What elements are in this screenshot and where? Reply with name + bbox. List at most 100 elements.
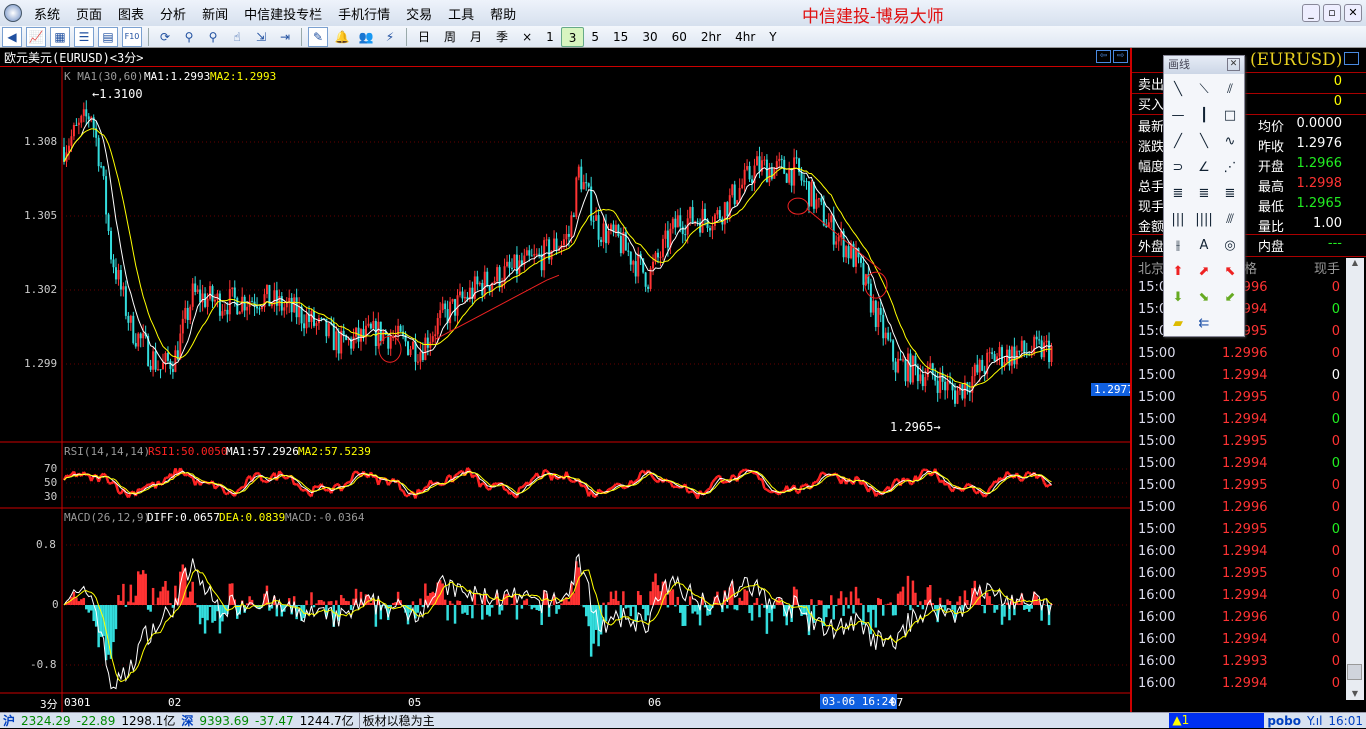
period-close[interactable]: × [515, 27, 539, 47]
menu-item[interactable]: 帮助 [482, 4, 524, 23]
news-ticker[interactable]: 板材以稳为主 [359, 712, 438, 729]
user-circle-mark[interactable] [788, 198, 808, 214]
arrow-down-icon[interactable]: ⬇ [1165, 284, 1191, 310]
period-4hr[interactable]: 4hr [728, 27, 762, 47]
restore-button[interactable]: ▫ [1323, 4, 1341, 22]
arrow-upright-icon[interactable]: ⬈ [1191, 258, 1217, 284]
candle-body [434, 334, 436, 336]
user-trendline[interactable] [435, 275, 559, 339]
gann-icon[interactable]: ≣ [1165, 180, 1191, 206]
fan-icon[interactable]: ⋰ [1217, 154, 1243, 180]
eraser-icon[interactable]: ▰ [1165, 310, 1191, 336]
menu-item[interactable]: 页面 [68, 4, 110, 23]
app-logo-icon[interactable] [4, 4, 22, 22]
ray-down-icon[interactable]: ╲ [1191, 128, 1217, 154]
channel-icon[interactable]: ⫲ [1165, 232, 1191, 258]
period-日[interactable]: 日 [411, 27, 437, 47]
menu-item[interactable]: 图表 [110, 4, 152, 23]
palette-close-button[interactable]: ✕ [1227, 58, 1240, 71]
import-icon[interactable]: ⇥ [275, 27, 295, 47]
candle-body [315, 323, 317, 326]
multi-chart-icon[interactable]: ▦ [50, 27, 70, 47]
minimize-button[interactable]: _ [1302, 4, 1320, 22]
zoom-in-icon[interactable]: ⚲ [179, 27, 199, 47]
close-button[interactable]: ✕ [1344, 4, 1362, 22]
lightning-icon[interactable]: ⚡ [380, 27, 400, 47]
horizontal-line-icon[interactable]: — [1165, 102, 1191, 128]
arrow-up-icon[interactable]: ⬆ [1165, 258, 1191, 284]
candle-body [164, 353, 166, 363]
line-icon[interactable]: ╲ [1165, 76, 1191, 102]
candle-body [808, 181, 810, 206]
target-icon[interactable]: ◎ [1217, 232, 1243, 258]
tick-volume: 0 [1332, 390, 1340, 405]
users-icon[interactable]: 👥 [356, 27, 376, 47]
f10-icon[interactable]: F10 [122, 27, 142, 47]
period-Y[interactable]: Y [762, 27, 783, 47]
arrow-downright-icon[interactable]: ⬊ [1191, 284, 1217, 310]
chart-canvas[interactable] [0, 67, 1130, 712]
candle-body [108, 214, 110, 231]
menu-item[interactable]: 手机行情 [330, 4, 398, 23]
parallel-lines-icon[interactable]: ⫽ [1217, 76, 1243, 102]
period-60[interactable]: 60 [665, 27, 694, 47]
menu-item[interactable]: 系统 [26, 4, 68, 23]
back-icon[interactable]: ◀ [2, 27, 22, 47]
segment-icon[interactable]: ⟍ [1191, 76, 1217, 102]
rectangle-icon[interactable]: □ [1217, 102, 1243, 128]
export-icon[interactable]: ⇲ [251, 27, 271, 47]
alarm-bell-icon[interactable]: 🔔 [332, 27, 352, 47]
text-icon[interactable]: A [1191, 232, 1217, 258]
arc-icon[interactable]: ⊃ [1165, 154, 1191, 180]
candle-body [600, 240, 602, 242]
period-5[interactable]: 5 [584, 27, 606, 47]
period-季[interactable]: 季 [489, 27, 515, 47]
scroll-right-button[interactable]: ⇨ [1113, 50, 1128, 63]
alert-badge[interactable]: ▲1 [1169, 713, 1264, 728]
period-2hr[interactable]: 2hr [694, 27, 728, 47]
menu-item[interactable]: 分析 [152, 4, 194, 23]
refresh-icon[interactable]: ⟳ [155, 27, 175, 47]
candle-body [442, 304, 444, 311]
candle-body [961, 384, 963, 398]
zoom-out-icon[interactable]: ⚲ [203, 27, 223, 47]
quote-icon[interactable]: ▤ [98, 27, 118, 47]
ray-up-icon[interactable]: ╱ [1165, 128, 1191, 154]
rsi1-line [314, 486, 316, 487]
menu-item[interactable]: 新闻 [194, 4, 236, 23]
period-月[interactable]: 月 [463, 27, 489, 47]
list-icon[interactable]: ☰ [74, 27, 94, 47]
line-chart-icon[interactable]: 📈 [26, 27, 46, 47]
menu-item[interactable]: 中信建投专栏 [236, 4, 330, 23]
period-15[interactable]: 15 [606, 27, 635, 47]
wave-icon[interactable]: ∿ [1217, 128, 1243, 154]
scroll-down-icon[interactable]: ▼ [1346, 689, 1364, 698]
scroll-thumb[interactable] [1347, 664, 1362, 680]
scroll-left-button[interactable]: ⇦ [1096, 50, 1111, 63]
cycle-lines-icon[interactable]: ||| [1165, 206, 1191, 232]
ticks-scrollbar[interactable]: ▲ ▼ [1346, 258, 1364, 700]
period-3[interactable]: 3 [561, 27, 585, 47]
rsi1-line [401, 490, 403, 491]
period-30[interactable]: 30 [635, 27, 664, 47]
fibonacci-icon[interactable]: ≣ [1191, 180, 1217, 206]
arrow-downleft-icon[interactable]: ⬋ [1217, 284, 1243, 310]
angle-icon[interactable]: ∠ [1191, 154, 1217, 180]
vertical-line-icon[interactable]: ┃ [1191, 102, 1217, 128]
maximize-panel-button[interactable] [1344, 52, 1359, 65]
period-1[interactable]: 1 [539, 27, 561, 47]
draw-line-icon[interactable]: ✎ [308, 27, 328, 47]
menu-item[interactable]: 交易 [398, 4, 440, 23]
delete-all-icon[interactable]: ⇇ [1191, 310, 1217, 336]
scroll-up-icon[interactable]: ▲ [1346, 258, 1364, 267]
cursor-icon[interactable]: ☝ [227, 27, 247, 47]
period-周[interactable]: 周 [437, 27, 463, 47]
speed-lines-icon[interactable]: ⫻ [1217, 206, 1243, 232]
percent-lines-icon[interactable]: ≣ [1217, 180, 1243, 206]
candle-body [838, 237, 840, 241]
tick-row: 16:001.29930 [1132, 654, 1348, 676]
menu-item[interactable]: 工具 [440, 4, 482, 23]
fib-time-icon[interactable]: |||| [1191, 206, 1217, 232]
arrow-upleft-icon[interactable]: ⬉ [1217, 258, 1243, 284]
candle-body [142, 333, 144, 338]
